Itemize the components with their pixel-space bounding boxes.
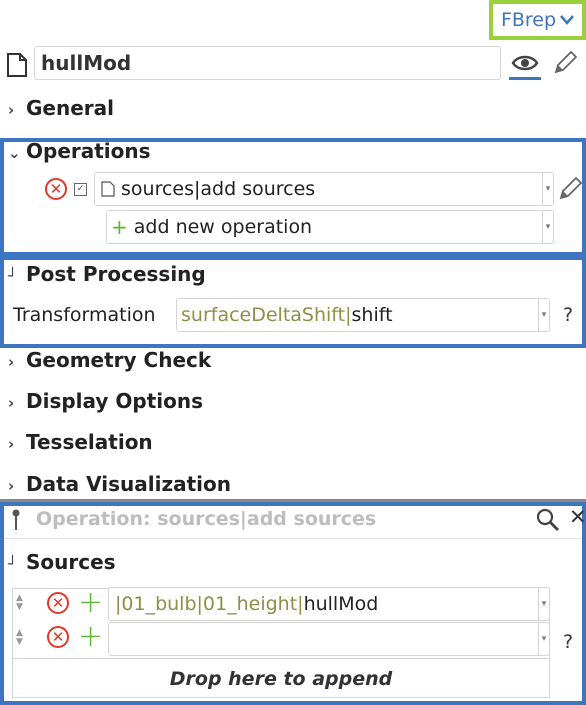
transformation-select[interactable]: surfaceDeltaShift| shift ▾ [176,298,550,332]
section-post-processing[interactable]: ┘ Post Processing [8,262,206,286]
section-tesselation-label: Tesselation [26,430,153,454]
dropdown-arrow-icon: ▾ [538,299,549,331]
section-display-options-label: Display Options [26,389,204,413]
transformation-help[interactable]: ? [563,304,573,326]
add-source-icon[interactable]: + [78,588,103,618]
drag-handle-icon[interactable]: ▲ ▼ [16,594,23,612]
source-field[interactable]: |01_bulb|01_height| hullMod ▾ [108,587,550,621]
operation-enabled-checkbox[interactable]: ✓ [74,183,87,196]
close-icon[interactable]: ✕ [569,505,586,529]
section-general-label: General [26,96,114,120]
chevron-down-icon: ⌄ [8,144,21,162]
chevron-right-icon: › [8,477,15,495]
remove-source-icon[interactable]: ✕ [47,592,69,614]
add-operation-label: add new operation [133,216,313,238]
section-data-visualization-label: Data Visualization [26,472,231,496]
section-general[interactable]: › General [8,96,114,120]
transformation-prefix: surfaceDeltaShift| [181,304,352,326]
dropdown-arrow-icon: ▾ [538,588,549,620]
file-icon [101,181,115,197]
section-operations[interactable]: ⌄ Operations [8,139,151,163]
drop-append-label: Drop here to append [169,667,393,690]
eye-icon [511,55,539,70]
document-icon [7,53,27,77]
dropdown-arrow-icon: ▾ [538,623,549,655]
collapse-corner-icon: ┘ [8,555,18,573]
object-name-field[interactable]: hullMod [34,46,501,80]
edit-operation-icon[interactable] [557,176,583,202]
visibility-toggle[interactable] [509,48,541,80]
section-sources[interactable]: ┘ Sources [8,550,116,574]
transformation-label: Transformation [13,304,156,326]
fbrep-dropdown[interactable]: FBrep [489,0,586,40]
source-value: hullMod [303,593,379,615]
operation-label: sources|add sources [121,178,316,200]
operation-select[interactable]: sources|add sources ▾ [94,172,554,206]
chevron-down-icon [560,15,574,25]
section-geometry-check-label: Geometry Check [26,348,212,372]
chevron-right-icon: › [8,394,15,412]
add-icon: + [111,215,128,239]
section-tesselation[interactable]: › Tesselation [8,430,153,454]
section-sources-label: Sources [26,550,116,574]
section-operations-label: Operations [26,139,151,163]
chevron-right-icon: › [8,101,15,119]
drag-handle-icon[interactable]: ▲ ▼ [16,629,23,647]
panel-divider [4,538,582,539]
fbrep-dropdown-label: FBrep [500,9,557,31]
source-prefix: |01_bulb|01_height| [115,593,304,615]
object-name-value: hullMod [41,51,132,75]
dropdown-arrow-icon: ▾ [542,173,553,205]
section-display-options[interactable]: › Display Options [8,389,203,413]
add-operation-select[interactable]: + add new operation ▾ [106,210,554,244]
remove-operation-icon[interactable]: ✕ [45,178,67,200]
source-field-empty[interactable]: ▾ [108,622,550,656]
remove-source-icon[interactable]: ✕ [47,626,69,648]
search-icon[interactable] [535,507,561,533]
collapse-corner-icon: ┘ [8,267,18,285]
section-post-processing-label: Post Processing [26,262,206,286]
transformation-value: shift [351,304,393,326]
add-source-icon[interactable]: + [78,622,103,652]
operation-panel-title: Operation: sources|add sources [36,508,377,530]
section-geometry-check[interactable]: › Geometry Check [8,348,211,372]
sources-help[interactable]: ? [563,631,573,653]
chevron-right-icon: › [8,353,15,371]
section-data-visualization[interactable]: › Data Visualization [8,472,231,496]
edit-pencil-icon[interactable] [552,50,578,76]
dropdown-arrow-icon: ▾ [542,211,553,243]
chevron-right-icon: › [8,435,15,453]
pin-icon[interactable] [11,509,21,531]
drop-append-zone[interactable]: Drop here to append [12,658,550,698]
